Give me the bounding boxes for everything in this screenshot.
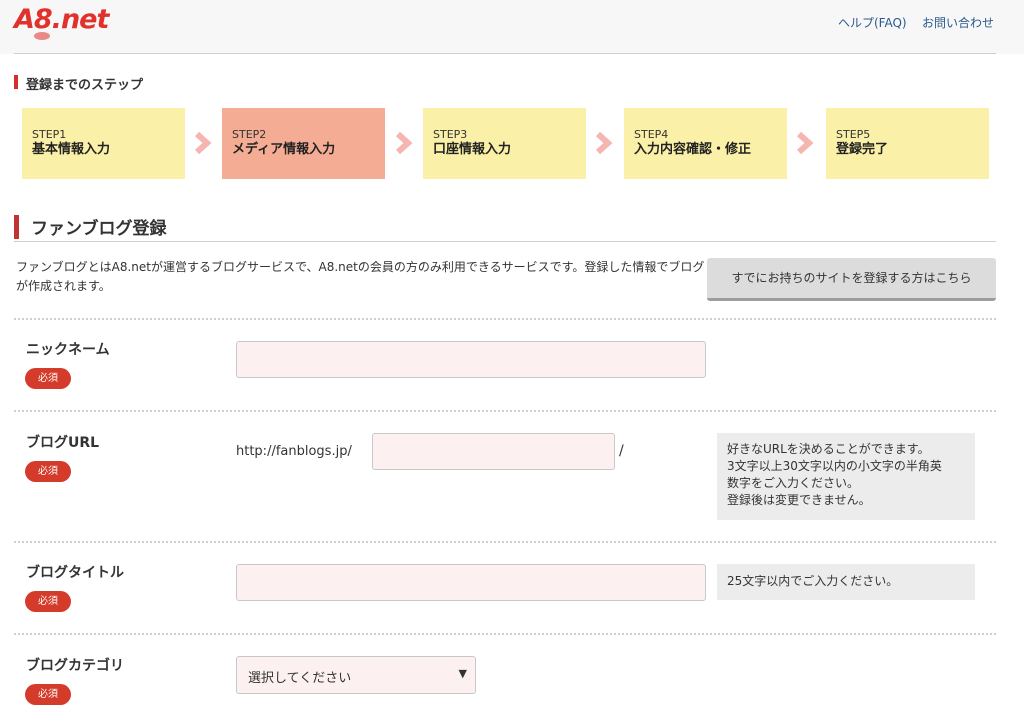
header-divider <box>14 53 996 54</box>
step-number: STEP2 <box>232 128 267 141</box>
a8net-logo[interactable]: A8.net <box>14 2 109 44</box>
chevron-right-icon <box>796 131 814 155</box>
note-line: 数字をご入力ください。 <box>727 476 860 490</box>
blog-url-suffix: / <box>619 443 624 459</box>
chevron-right-icon <box>595 131 613 155</box>
select-value: 選択してください <box>248 671 352 686</box>
blog-url-prefix: http://fanblogs.jp/ <box>236 444 352 459</box>
logo-swoosh-icon <box>34 32 50 40</box>
step-number: STEP3 <box>433 128 468 141</box>
dotted-divider <box>14 541 996 543</box>
blog-url-input[interactable] <box>372 433 615 470</box>
section-title: ファンブログ登録 <box>31 219 167 239</box>
step-name: 登録完了 <box>836 142 889 157</box>
blog-category-label: ブログカテゴリ <box>26 658 124 674</box>
chevron-right-icon <box>395 131 413 155</box>
chevron-right-icon <box>194 131 212 155</box>
step-2: STEP2 メディア情報入力 <box>222 108 385 179</box>
blog-title-label: ブログタイトル <box>26 565 124 581</box>
step-4: STEP4 入力内容確認・修正 <box>624 108 787 179</box>
step-3: STEP3 口座情報入力 <box>423 108 586 179</box>
logo-text: A8.net <box>14 4 109 35</box>
section-description: ファンブログとはA8.netが運営するブログサービスで、A8.netの会員の方の… <box>16 260 705 293</box>
step-name: 入力内容確認・修正 <box>634 142 752 157</box>
heading-marker <box>14 75 18 89</box>
step-number: STEP5 <box>836 128 871 141</box>
dotted-divider <box>14 410 996 412</box>
required-badge: 必須 <box>25 684 71 705</box>
nickname-input[interactable] <box>236 341 706 378</box>
required-badge: 必須 <box>25 591 71 612</box>
note-line: 3文字以上30文字以内の小文字の半角英 <box>727 459 942 473</box>
triangle-down-icon: ▼ <box>458 667 467 680</box>
step-number: STEP1 <box>32 128 67 141</box>
contact-link[interactable]: お問い合わせ <box>922 14 994 31</box>
blog-category-select[interactable]: 選択してください ▼ <box>236 656 476 694</box>
blog-title-input[interactable] <box>236 564 706 601</box>
section-divider <box>14 241 996 242</box>
blog-title-note: 25文字以内でご入力ください。 <box>717 564 975 600</box>
note-line: 好きなURLを決めることができます。 <box>727 442 930 456</box>
step-5: STEP5 登録完了 <box>826 108 989 179</box>
required-badge: 必須 <box>25 461 71 482</box>
step-name: 口座情報入力 <box>433 142 512 157</box>
required-badge: 必須 <box>25 368 71 389</box>
dotted-divider <box>14 633 996 635</box>
step-number: STEP4 <box>634 128 669 141</box>
note-line: 登録後は変更できません。 <box>727 493 871 507</box>
blog-url-note: 好きなURLを決めることができます。 3文字以上30文字以内の小文字の半角英 数… <box>717 433 975 520</box>
dotted-divider <box>14 318 996 320</box>
nickname-label: ニックネーム <box>26 342 110 358</box>
step-1: STEP1 基本情報入力 <box>22 108 185 179</box>
step-name: 基本情報入力 <box>32 142 111 157</box>
register-existing-site-button[interactable]: すでにお持ちのサイトを登録する方はこちら <box>707 258 996 301</box>
step-name: メディア情報入力 <box>232 142 336 157</box>
help-faq-link[interactable]: ヘルプ(FAQ) <box>838 14 907 31</box>
section-marker <box>14 215 19 239</box>
blog-url-label: ブログURL <box>26 435 100 451</box>
steps-title: 登録までのステップ <box>26 78 144 93</box>
